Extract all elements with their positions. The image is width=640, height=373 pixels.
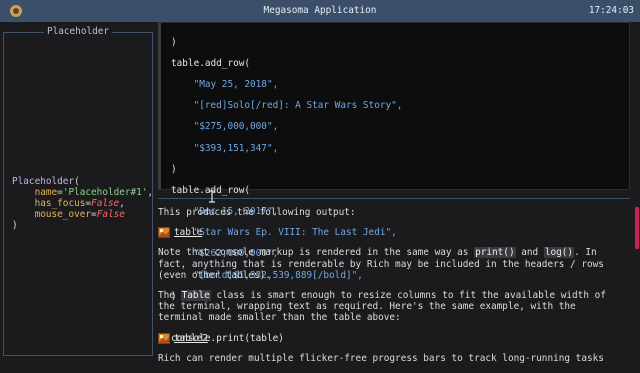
code-line: table.add_row( [171, 57, 251, 69]
image-link-table[interactable]: table [174, 227, 202, 238]
inline-code-log: log() [543, 247, 575, 259]
paragraph-markup: Note that console markup is rendered in … [158, 247, 604, 281]
repr-class-name: Placeholder [12, 176, 75, 187]
paragraph-progress: Rich can render multiple flicker-free pr… [158, 352, 604, 364]
image-link-table2[interactable]: table2 [174, 333, 208, 344]
clock: 17:24:03 [588, 5, 634, 16]
panel-title: Placeholder [43, 26, 113, 37]
code-line: ) [171, 163, 177, 175]
scrollbar[interactable] [634, 22, 640, 360]
placeholder-panel[interactable]: Placeholder Placeholder( name='Placehold… [3, 26, 154, 356]
code-block: ) table.add_row( "May 25, 2018", "[red]S… [158, 22, 630, 344]
placeholder-repr: Placeholder( name='Placeholder#1', has_f… [12, 176, 154, 231]
code-line: "$275,000,000", [193, 121, 279, 133]
mouse-cursor-icon [208, 190, 216, 203]
code-line: "[red]Solo[/red]: A Star Wars Story", [193, 100, 403, 112]
code-line: table.add_row( [171, 184, 251, 196]
image-table[interactable]: table [158, 227, 610, 239]
divider [158, 198, 630, 199]
title-bar: Megasoma Application 17:24:03 [0, 0, 640, 22]
window-title: Megasoma Application [263, 5, 377, 16]
scrollbar-thumb[interactable] [635, 207, 639, 249]
output-intro: This produces the following output: [158, 207, 356, 218]
broken-image-icon [158, 227, 170, 239]
code-line: "$393,151,347", [193, 142, 279, 154]
code-line: ) [171, 36, 177, 48]
broken-image-icon [158, 332, 170, 344]
paragraph-table: The Table class is smart enough to resiz… [158, 290, 606, 324]
prose: This produces the following output: tabl… [158, 207, 610, 373]
image-table2[interactable]: table2 [158, 333, 610, 344]
inline-code-table: Table [180, 290, 211, 302]
code-line: "May 25, 2018", [193, 78, 279, 90]
inline-code-print: print() [474, 247, 516, 259]
